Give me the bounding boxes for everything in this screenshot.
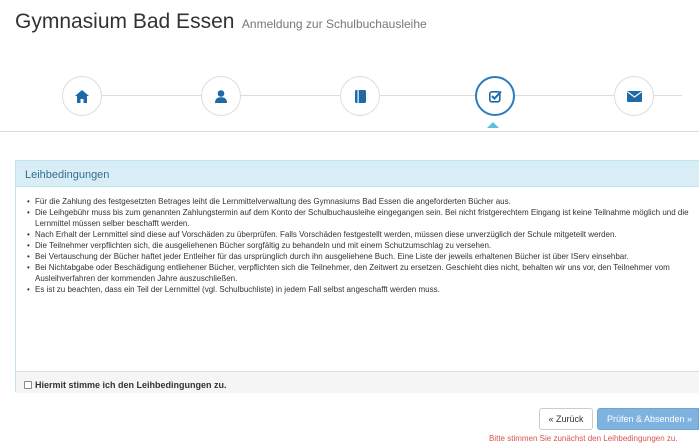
user-icon: [215, 89, 227, 103]
terms-list-item: Bei Nichtabgabe oder Beschädigung entlie…: [25, 262, 699, 284]
terms-list-item: Nach Erhalt der Lernmittel sind diese au…: [25, 229, 699, 240]
terms-panel-heading: Leihbedingungen: [16, 161, 699, 187]
terms-panel: Leihbedingungen Für die Zahlung des fest…: [15, 160, 699, 393]
wizard-step-user[interactable]: [201, 76, 241, 116]
agree-checkbox[interactable]: [24, 381, 32, 389]
terms-agree-row[interactable]: Hiermit stimme ich den Leihbedingungen z…: [16, 371, 699, 393]
book-icon: [354, 89, 366, 103]
terms-list-item: Für die Zahlung des festgesetzten Betrag…: [25, 196, 699, 207]
page-subtitle: Anmeldung zur Schulbuchausleihe: [241, 17, 427, 31]
terms-list-item: Die Leihgebühr muss bis zum genannten Za…: [25, 207, 699, 229]
terms-list-item: Es ist zu beachten, dass ein Teil der Le…: [25, 284, 699, 295]
page-header: Gymnasium Bad Essen Anmeldung zur Schulb…: [15, 10, 427, 34]
envelope-icon: [626, 90, 642, 102]
agree-label[interactable]: Hiermit stimme ich den Leihbedingungen z…: [35, 380, 227, 390]
wizard-step-confirm[interactable]: [475, 76, 515, 116]
wizard-connector-line: [82, 95, 682, 96]
wizard-step-send[interactable]: [614, 76, 654, 116]
page-title: Gymnasium Bad Essen: [15, 10, 235, 33]
submit-button[interactable]: Prüfen & Absenden »: [597, 408, 699, 430]
wizard-step-book[interactable]: [340, 76, 380, 116]
terms-panel-body: Für die Zahlung des festgesetzten Betrag…: [16, 187, 699, 295]
terms-list-item: Bei Vertauschung der Bücher haftet jeder…: [25, 251, 699, 262]
wizard-steps: [0, 70, 699, 132]
agree-warning-text: Bitte stimmen Sie zunächst den Leihbedin…: [489, 434, 678, 443]
home-icon: [75, 89, 89, 103]
check-square-icon: [488, 90, 502, 103]
active-step-caret: [487, 122, 499, 128]
wizard-step-home[interactable]: [62, 76, 102, 116]
terms-list: Für die Zahlung des festgesetzten Betrag…: [25, 196, 699, 295]
back-button[interactable]: « Zurück: [539, 408, 593, 430]
terms-list-item: Die Teilnehmer verpflichten sich, die au…: [25, 240, 699, 251]
